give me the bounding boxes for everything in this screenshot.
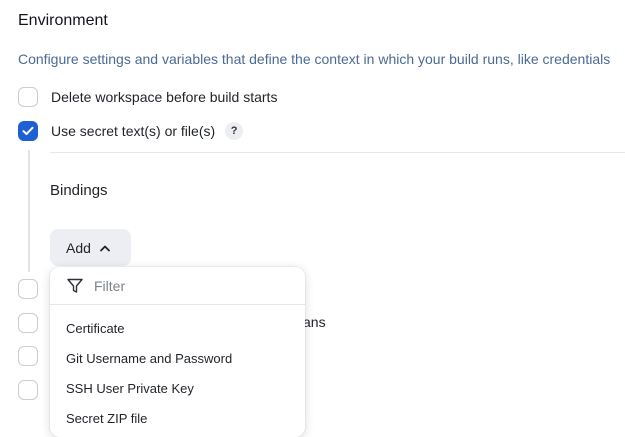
nested-section-divider (50, 152, 625, 153)
menu-item-git-username-password[interactable]: Git Username and Password (50, 343, 305, 373)
bindings-title: Bindings (50, 182, 108, 199)
section-description: Configure settings and variables that de… (18, 51, 611, 67)
filter-input[interactable] (92, 276, 276, 295)
option-label: Use secret text(s) or file(s) (51, 123, 216, 139)
option-use-secret[interactable]: Use secret text(s) or file(s) ? (18, 121, 244, 141)
help-icon[interactable]: ? (225, 122, 244, 140)
add-button-label: Add (66, 239, 91, 256)
add-dropdown-menu: Certificate Git Username and Password SS… (50, 267, 305, 437)
option-label: Delete workspace before build starts (51, 89, 278, 105)
filter-icon (67, 278, 83, 293)
section-title: Environment (18, 12, 108, 29)
background-checkbox[interactable] (18, 313, 38, 333)
checkbox[interactable] (18, 87, 38, 107)
menu-item-ssh-private-key[interactable]: SSH User Private Key (50, 373, 305, 403)
add-button[interactable]: Add (50, 229, 131, 266)
background-checkbox[interactable] (18, 380, 38, 400)
background-checkbox[interactable] (18, 279, 38, 299)
menu-item-secret-zip-file[interactable]: Secret ZIP file (50, 403, 305, 433)
checkmark-icon (22, 126, 34, 135)
chevron-up-icon (100, 245, 110, 251)
nested-section-line (28, 150, 30, 272)
filter-row (50, 267, 305, 305)
background-option-label: ans (303, 314, 326, 330)
background-checkbox[interactable] (18, 346, 38, 366)
option-delete-workspace[interactable]: Delete workspace before build starts (18, 87, 277, 107)
checkbox-checked[interactable] (18, 121, 38, 141)
menu-item-certificate[interactable]: Certificate (50, 313, 305, 343)
